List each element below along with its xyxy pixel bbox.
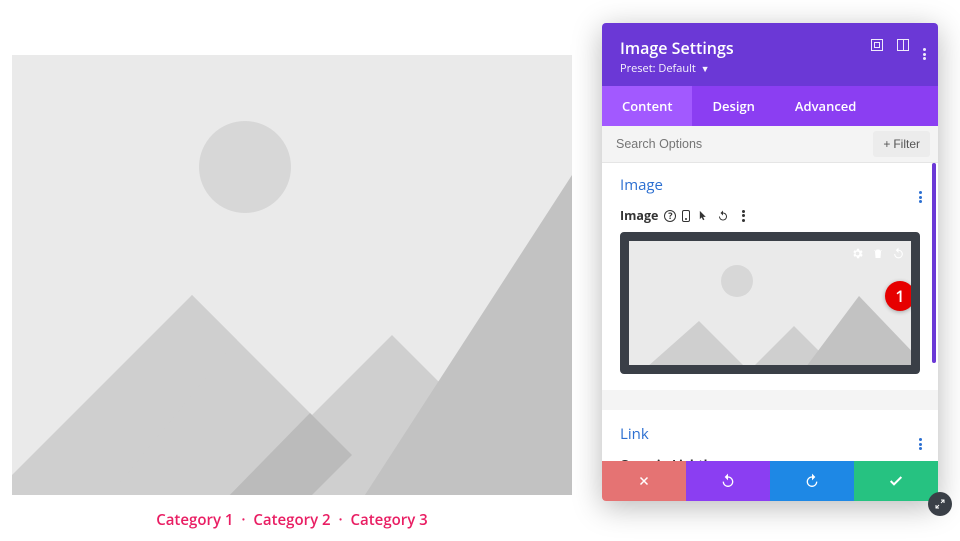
image-settings-modal: Image Settings Preset: Default ▼ Content… (602, 23, 938, 501)
chevron-down-icon: ▼ (701, 62, 710, 75)
close-icon (638, 475, 650, 487)
canvas-preview (12, 55, 572, 495)
plus-icon: + (883, 137, 890, 151)
filter-label: Filter (893, 137, 920, 151)
help-icon[interactable]: ? (664, 210, 676, 222)
delete-icon[interactable] (872, 247, 884, 264)
image-upload-preview[interactable]: 1 (620, 232, 920, 374)
section-gap (602, 390, 938, 410)
image-section-header[interactable]: Image (602, 163, 938, 201)
reset-icon[interactable] (716, 209, 730, 223)
section-options-icon[interactable] (919, 177, 922, 203)
redo-icon (804, 473, 820, 489)
field-options-icon[interactable] (736, 209, 750, 223)
link-section-header[interactable]: Link (602, 410, 938, 450)
search-input[interactable] (602, 127, 865, 161)
preset-label: Preset: (620, 61, 656, 76)
split-view-icon[interactable] (897, 37, 909, 60)
category-link-1[interactable]: Category 1 (156, 510, 233, 530)
check-icon (888, 473, 904, 489)
tab-design[interactable]: Design (692, 86, 774, 126)
category-links: Category 1 · Category 2 · Category 3 (12, 510, 572, 530)
annotation-badge: 1 (885, 281, 915, 311)
search-row: + Filter (602, 126, 938, 163)
preset-selector[interactable]: Preset: Default ▼ (620, 61, 920, 76)
more-menu-icon[interactable] (923, 37, 926, 60)
image-section-title: Image (620, 175, 920, 195)
modal-footer (602, 461, 938, 501)
category-link-3[interactable]: Category 3 (351, 510, 428, 530)
tab-advanced[interactable]: Advanced (775, 86, 876, 126)
image-field-label: Image (620, 207, 658, 224)
placeholder-image-icon (12, 55, 572, 495)
responsive-icon[interactable] (682, 210, 690, 222)
save-button[interactable] (854, 461, 938, 501)
preset-value: Default (658, 61, 695, 76)
modal-body[interactable]: Image Image ? (602, 163, 938, 461)
expand-icon[interactable] (871, 37, 883, 60)
image-field-label-row: Image ? (602, 201, 938, 230)
undo-button[interactable] (686, 461, 770, 501)
link-section-title: Link (620, 424, 920, 444)
tab-content[interactable]: Content (602, 86, 692, 126)
undo-icon[interactable] (892, 247, 905, 264)
separator: · (339, 510, 343, 530)
open-in-lightbox-label: Open in Lightbox (602, 450, 938, 461)
separator: · (241, 510, 245, 530)
undo-icon (720, 473, 736, 489)
resize-handle[interactable] (928, 492, 952, 516)
category-link-2[interactable]: Category 2 (253, 510, 330, 530)
filter-button[interactable]: + Filter (873, 131, 930, 157)
resize-icon (934, 498, 946, 510)
cancel-button[interactable] (602, 461, 686, 501)
modal-tabs: Content Design Advanced (602, 86, 938, 126)
redo-button[interactable] (770, 461, 854, 501)
modal-header[interactable]: Image Settings Preset: Default ▼ (602, 23, 938, 86)
settings-icon[interactable] (851, 247, 864, 264)
hover-icon[interactable] (696, 209, 710, 223)
section-options-icon[interactable] (919, 424, 922, 450)
